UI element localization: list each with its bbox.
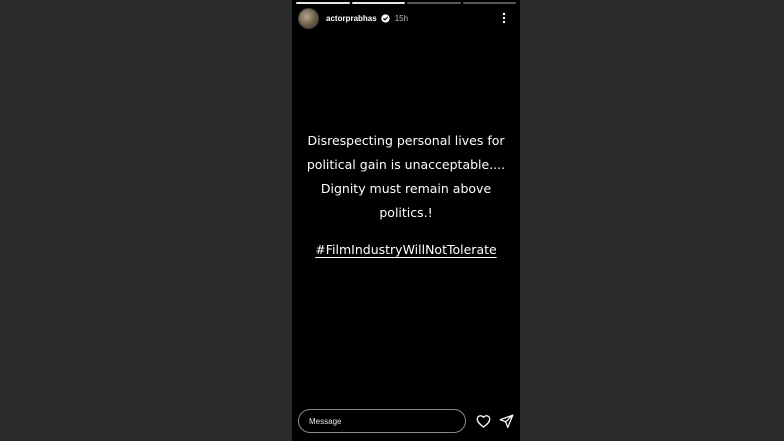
- story-text: Disrespecting personal lives for politic…: [292, 129, 520, 262]
- story-text-line: Dignity must remain above: [320, 181, 492, 196]
- story-text-line: Disrespecting personal lives for: [307, 133, 505, 148]
- heart-icon[interactable]: [475, 413, 491, 429]
- verified-badge-icon: [381, 13, 390, 23]
- progress-segment: [296, 2, 350, 4]
- username[interactable]: actorprabhas: [326, 14, 377, 23]
- post-time: 15h: [394, 13, 409, 23]
- story-viewer: actorprabhas 15h Disrespecting personal …: [292, 0, 520, 441]
- progress-segment: [462, 2, 516, 4]
- avatar[interactable]: [298, 7, 319, 29]
- story-text-line: political gain is unacceptable....: [306, 157, 506, 172]
- hashtag-link[interactable]: #FilmIndustryWillNotTolerate: [315, 238, 496, 262]
- story-header: actorprabhas 15h: [298, 7, 514, 29]
- progress-segment: [407, 2, 461, 4]
- story-progress-bar: [296, 2, 516, 4]
- story-footer: [298, 408, 514, 434]
- story-text-line: politics.!: [379, 205, 433, 220]
- progress-segment: [351, 2, 405, 4]
- more-vertical-icon[interactable]: [500, 11, 508, 25]
- send-icon[interactable]: [498, 413, 514, 429]
- message-input[interactable]: [298, 409, 466, 433]
